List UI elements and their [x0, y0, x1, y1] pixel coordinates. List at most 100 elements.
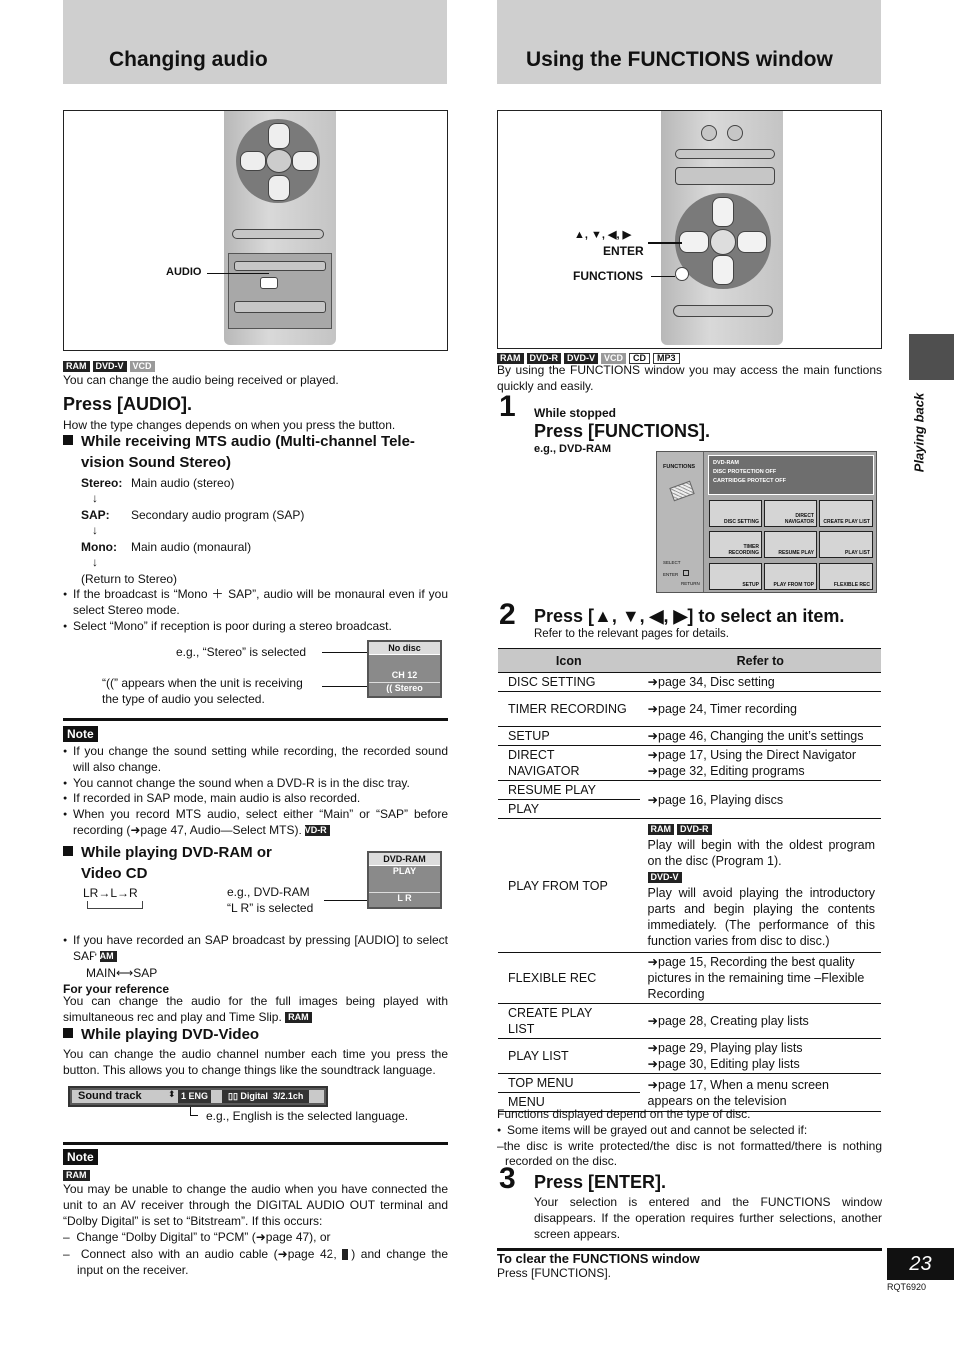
cell-ref: ➜page 46, Changing the unit’s settings — [639, 726, 881, 746]
functions-window-screenshot: FUNCTIONS SELECT ENTER RETURN DVD-RAM DI… — [656, 451, 877, 593]
step-3-title: Press [ENTER]. — [534, 1172, 667, 1192]
functions-button-highlight — [675, 267, 689, 281]
badge-ram: RAM — [93, 951, 117, 963]
dpad-up — [712, 197, 734, 227]
enter-button — [266, 149, 292, 173]
left-title-band: Changing audio — [63, 0, 447, 84]
doc-code: RQT6920 — [887, 1282, 927, 1292]
side-tab-label: Playing back — [904, 393, 934, 475]
zero-button — [701, 125, 717, 141]
square-bullet — [63, 435, 73, 445]
note1-bullets: If you change the sound setting while re… — [63, 744, 448, 839]
fwin-nav-return: RETURN — [681, 581, 700, 586]
flow-desc: Secondary audio program (SAP) — [131, 508, 305, 522]
note2-rule — [63, 1142, 448, 1145]
table-row: FLEXIBLE REC ➜page 15, Recording the bes… — [498, 952, 881, 1004]
cell-icon: TOP MENU — [498, 1073, 640, 1093]
section-title-functions-window: Using the FUNCTIONS window — [526, 48, 833, 71]
reference-text-body: You can change the audio for the full im… — [63, 994, 448, 1024]
step-2-title: Press [▲, ▼, ◀, ▶] to select an item. — [534, 606, 845, 626]
dvdram-heading: While playing DVD-RAM or Video CD — [63, 842, 303, 884]
dvdram-flow-return — [87, 901, 143, 909]
note-bullet: If recorded in SAP mode, main audio is a… — [63, 791, 448, 807]
osd-top: No disc — [369, 642, 440, 655]
mts-heading: While receiving MTS audio (Multi-channel… — [63, 431, 448, 473]
ref-line: ➜page 17, Using the Direct Navigator — [647, 748, 857, 762]
step-3-text: Your selection is entered and the FUNCTI… — [534, 1195, 882, 1241]
badge-ram: RAM — [647, 824, 675, 836]
note2-label: Note — [63, 1149, 98, 1165]
dvdvideo-heading-text: While playing DVD-Video — [81, 1026, 260, 1043]
flow-key: Mono: — [81, 540, 117, 554]
note2-text: You may be unable to change the audio wh… — [63, 1182, 448, 1228]
fwin-nav-select: SELECT — [663, 560, 681, 565]
section-title-changing-audio: Changing audio — [109, 48, 268, 71]
after-table-note: Functions displayed depend on the type o… — [497, 1107, 882, 1170]
table-row: SETUP ➜page 46, Changing the unit’s sett… — [498, 726, 881, 746]
fwin-cell-play-from-top: PLAY FROM TOP — [764, 563, 817, 590]
functions-remote-figure: ▲, ▼, ◀, ▶ ENTER FUNCTIONS — [497, 110, 882, 349]
step-1-number: 1 — [499, 390, 516, 423]
audio-callout-line — [207, 273, 269, 274]
cell-ref: ➜page 24, Timer recording — [639, 691, 881, 727]
fwin-info-line: CARTRIDGE PROTECT OFF — [713, 478, 787, 484]
step-1-pre: While stopped — [534, 406, 616, 420]
osd-stereo: (( Stereo — [369, 682, 440, 693]
osd-lr: L R — [369, 892, 440, 903]
note1-rule — [63, 718, 448, 721]
side-tab-block — [909, 334, 954, 380]
mts-bullets: If the broadcast is “Mono ＋ SAP”, audio … — [63, 587, 448, 634]
flow-desc: Main audio (stereo) — [131, 476, 235, 490]
bullet: If the broadcast is “Mono ＋ SAP”, audio … — [63, 587, 448, 619]
right-intro: By using the FUNCTIONS window you may ac… — [497, 363, 882, 393]
osd-top: DVD-RAM — [369, 853, 440, 866]
flow-arrow: ↓ — [92, 555, 98, 569]
square-bullet — [63, 846, 73, 856]
step-2-sub: Refer to the relevant pages for details. — [534, 628, 729, 640]
osd-channel: CH 12 — [391, 670, 418, 680]
dvdram-flow: LR→L→R — [83, 886, 138, 900]
reference-text: You can change the audio for the full im… — [63, 994, 448, 1026]
dpad-down — [712, 255, 734, 285]
arrows-callout: ▲, ▼, ◀, ▶ — [574, 229, 632, 241]
bullet: Select “Mono” if reception is poor durin… — [63, 619, 448, 635]
badge-ram: RAM — [285, 1012, 312, 1024]
step-3-number: 3 — [499, 1162, 516, 1195]
functions-icon — [669, 480, 695, 502]
ref-badges: RAM DVD-R — [647, 821, 875, 837]
dpad-up — [268, 123, 290, 149]
audio-remote-figure: AUDIO — [63, 110, 448, 351]
flow-arrow: ↓ — [92, 523, 98, 537]
fwin-info-line: DISC PROTECTION OFF — [713, 469, 777, 475]
dpad-down — [268, 175, 290, 201]
ref-line: ➜page 29, Playing play lists — [647, 1041, 803, 1055]
fwin-info-line: DVD-RAM — [713, 460, 739, 466]
audio-callout-label: AUDIO — [166, 266, 202, 278]
func-row — [232, 229, 324, 239]
badge-dvd-v: DVD-V — [92, 361, 127, 373]
osd1-caption2: “((” appears when the unit is receiving … — [102, 676, 303, 706]
bullet-text: If you have recorded an SAP broadcast by… — [73, 933, 448, 963]
fwin-cell-disc-setting: DISC SETTING — [709, 500, 762, 527]
badge-dvd-r: DVD-R — [298, 825, 330, 837]
ref-line: ➜page 32, Editing programs — [647, 764, 805, 778]
note1-label: Note — [63, 726, 98, 742]
ref-line: ➜page 30, Editing play lists — [647, 1057, 800, 1071]
skip-row — [675, 149, 775, 159]
badge-dvd-v: DVD-V — [647, 872, 682, 884]
badge-ram: RAM — [63, 1170, 90, 1182]
note-bullet: You cannot change the sound when a DVD-R… — [63, 776, 448, 792]
dvdvideo-heading: While playing DVD-Video — [63, 1024, 259, 1045]
table-row: PLAY LIST ➜page 29, Playing play lists ➜… — [498, 1038, 881, 1074]
ref-text: Play will begin with the oldest program … — [647, 838, 875, 868]
flow-key: Stereo: — [81, 476, 123, 490]
dvdram-heading-text: While playing DVD-RAM or Video CD — [81, 844, 272, 882]
badge-b: B — [331, 1249, 349, 1261]
audio-button-highlight — [260, 277, 278, 289]
nav-square-icon — [683, 570, 689, 576]
note-bullet: When you record MTS audio, select either… — [63, 807, 448, 839]
dash-text: Connect also with an audio cable (➜page … — [80, 1247, 337, 1261]
flow-desc: Main audio (monaural) — [131, 540, 252, 554]
remote-illustration — [661, 111, 783, 345]
remote-illustration — [224, 111, 336, 345]
